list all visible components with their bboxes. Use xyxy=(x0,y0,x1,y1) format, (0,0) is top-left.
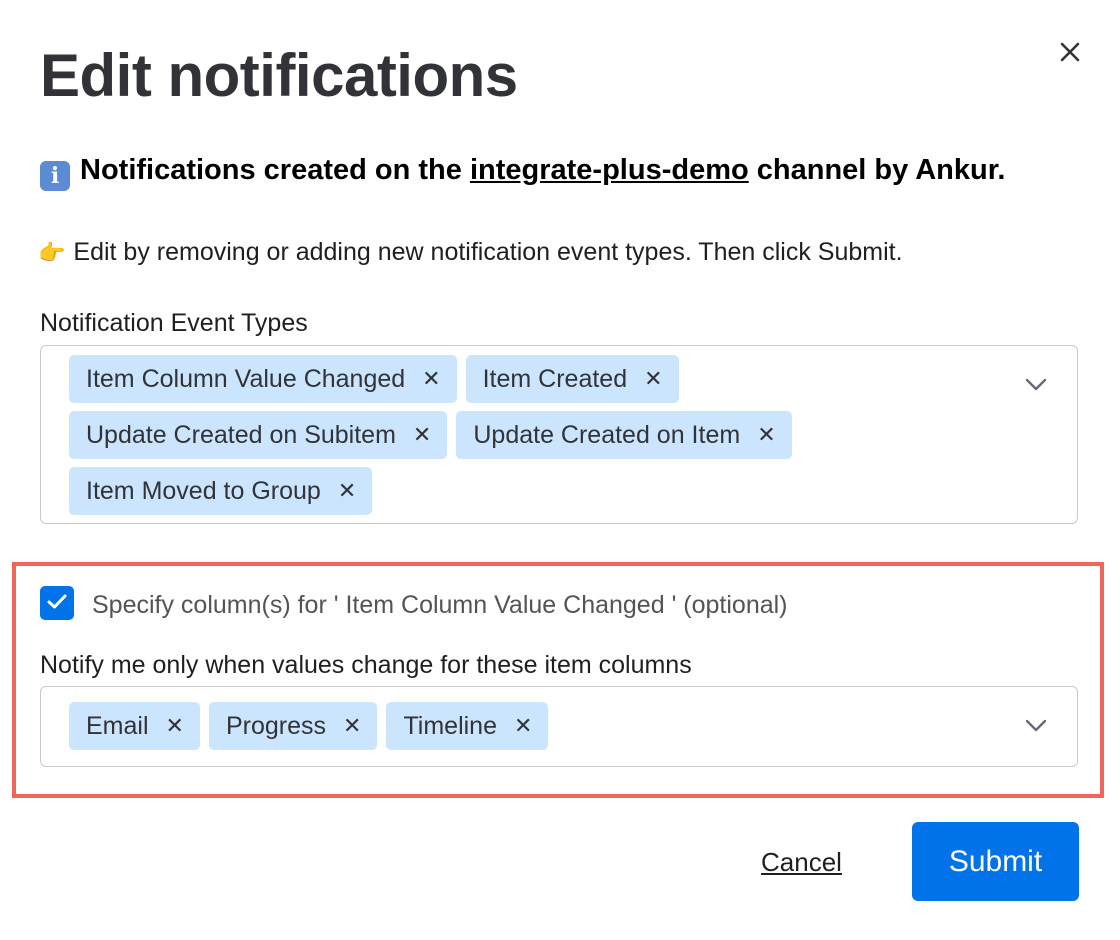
event-type-chip: Update Created on Item ✕ xyxy=(456,411,792,459)
column-chip: Email ✕ xyxy=(69,702,200,750)
remove-chip-icon[interactable]: ✕ xyxy=(644,368,662,390)
event-type-chip: Update Created on Subitem ✕ xyxy=(69,411,448,459)
column-chip-label: Email xyxy=(86,711,149,740)
remove-chip-icon[interactable]: ✕ xyxy=(757,424,775,446)
close-icon[interactable] xyxy=(1056,38,1084,66)
event-types-chips: Item Column Value Changed ✕ Item Created ✕ U… xyxy=(69,355,997,515)
cancel-button[interactable]: Cancel xyxy=(761,842,842,882)
checkmark-icon xyxy=(47,594,67,609)
pointing-hand-icon: 👉 xyxy=(38,240,66,265)
event-type-chip-label: Update Created on Subitem xyxy=(86,420,396,449)
column-chip-label: Timeline xyxy=(403,711,497,740)
dialog-title: Edit notifications xyxy=(40,42,518,109)
event-types-label: Notification Event Types xyxy=(40,309,308,337)
column-chip-label: Progress xyxy=(225,711,326,740)
instruction-label: Edit by removing or adding new notificat… xyxy=(73,238,903,266)
submit-button[interactable]: Submit xyxy=(912,822,1079,901)
information-icon: i xyxy=(40,161,70,191)
specify-columns-checkbox[interactable] xyxy=(40,586,74,620)
event-types-select[interactable]: Item Column Value Changed ✕ Item Created ✕ U… xyxy=(40,345,1078,524)
event-type-chip: Item Moved to Group ✕ xyxy=(69,467,373,515)
channel-link[interactable]: integrate-plus-demo xyxy=(470,154,749,186)
event-type-chip-label: Item Created xyxy=(482,364,628,393)
edit-notifications-dialog: Edit notifications i Notifications create… xyxy=(0,0,1120,940)
columns-chips: Email ✕ Progress ✕ Timeline ✕ xyxy=(69,702,997,750)
chevron-down-icon[interactable] xyxy=(1025,719,1047,733)
close-button[interactable] xyxy=(1056,38,1084,66)
chevron-down-icon[interactable] xyxy=(1025,378,1047,392)
info-prefix: Notifications created on the xyxy=(80,154,470,186)
remove-chip-icon[interactable]: ✕ xyxy=(338,480,356,502)
event-type-chip-label: Item Moved to Group xyxy=(86,476,321,505)
column-chip: Timeline ✕ xyxy=(386,702,549,750)
info-suffix: channel by Ankur. xyxy=(748,154,1006,186)
event-type-chip-label: Update Created on Item xyxy=(473,420,741,449)
event-type-chip: Item Created ✕ xyxy=(465,355,679,403)
remove-chip-icon[interactable]: ✕ xyxy=(166,715,184,737)
event-type-chip: Item Column Value Changed ✕ xyxy=(69,355,457,403)
instruction-text: 👉 Edit by removing or adding new notifica… xyxy=(38,234,903,271)
columns-select[interactable]: Email ✕ Progress ✕ Timeline ✕ xyxy=(40,686,1078,767)
remove-chip-icon[interactable]: ✕ xyxy=(343,715,361,737)
info-message: i Notifications created on the integrate-… xyxy=(40,150,1005,191)
remove-chip-icon[interactable]: ✕ xyxy=(422,368,440,390)
event-type-chip-label: Item Column Value Changed xyxy=(86,364,406,393)
columns-label: Notify me only when values change for th… xyxy=(40,651,692,679)
column-chip: Progress ✕ xyxy=(208,702,378,750)
remove-chip-icon[interactable]: ✕ xyxy=(413,424,431,446)
specify-columns-label[interactable]: Specify column(s) for ' Item Column Valu… xyxy=(92,587,788,623)
remove-chip-icon[interactable]: ✕ xyxy=(514,715,532,737)
